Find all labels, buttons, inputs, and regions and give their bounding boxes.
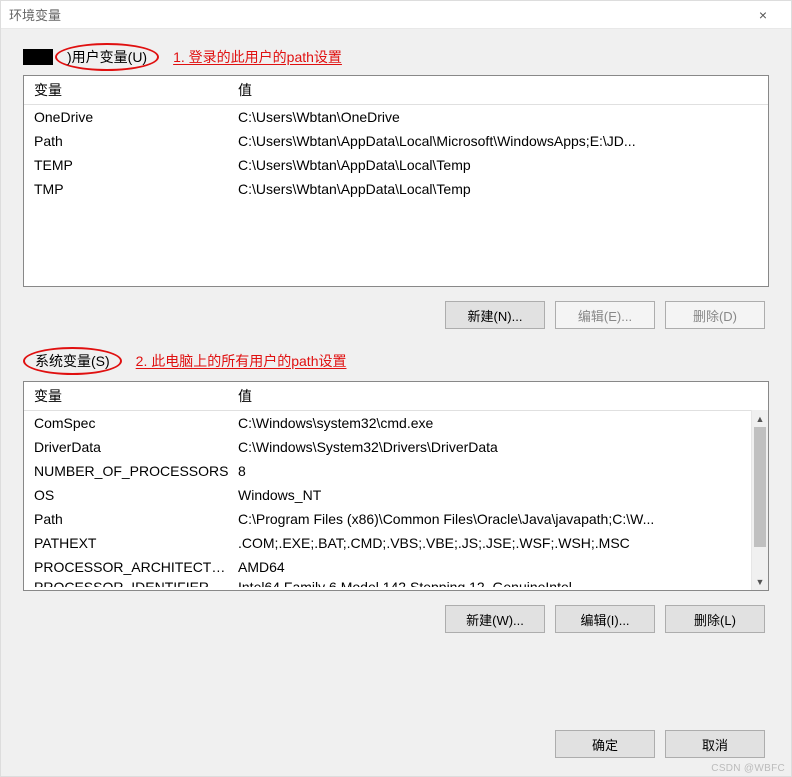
ok-button[interactable]: 确定 [555,730,655,758]
table-row[interactable]: TMPC:\Users\Wbtan\AppData\Local\Temp [24,177,768,201]
close-icon[interactable]: × [743,7,783,23]
user-delete-button[interactable]: 删除(D) [665,301,765,329]
scroll-up-icon[interactable]: ▲ [752,410,768,427]
header-value[interactable]: 值 [234,80,768,100]
var-value: AMD64 [234,557,751,577]
var-value: .COM;.EXE;.BAT;.CMD;.VBS;.VBE;.JS;.JSE;.… [234,533,751,553]
var-value: 8 [234,461,751,481]
user-variables-list[interactable]: 变量 值 OneDriveC:\Users\Wbtan\OneDrivePath… [23,75,769,287]
header-variable[interactable]: 变量 [24,386,234,406]
user-section-header: )用户变量(U) 1. 登录的此用户的path设置 [23,43,769,71]
redacted-username [23,49,53,65]
var-value: Windows_NT [234,485,751,505]
system-section-header: 系统变量(S) 2. 此电脑上的所有用户的path设置 [23,347,769,375]
table-row[interactable]: ComSpecC:\Windows\system32\cmd.exe [24,411,751,435]
table-row[interactable]: PROCESSOR_ARCHITECTUREAMD64 [24,555,751,579]
var-name: TEMP [24,155,234,175]
environment-variables-dialog: 环境变量 × )用户变量(U) 1. 登录的此用户的path设置 变量 值 On… [0,0,792,777]
var-name: OS [24,485,234,505]
table-row-partial[interactable]: PROCESSOR_IDENTIFIERIntel64 Family 6 Mod… [24,579,751,587]
user-new-button[interactable]: 新建(N)... [445,301,545,329]
var-value: C:\Windows\system32\cmd.exe [234,413,751,433]
table-row[interactable]: DriverDataC:\Windows\System32\Drivers\Dr… [24,435,751,459]
var-name: PATHEXT [24,533,234,553]
var-value: C:\Users\Wbtan\OneDrive [234,107,768,127]
table-row[interactable]: OSWindows_NT [24,483,751,507]
list-header: 变量 值 [24,76,768,105]
var-name: OneDrive [24,107,234,127]
var-name: NUMBER_OF_PROCESSORS [24,461,234,481]
list-header: 变量 值 [24,382,768,411]
system-new-button[interactable]: 新建(W)... [445,605,545,633]
var-name: Path [24,131,234,151]
table-row[interactable]: PathC:\Users\Wbtan\AppData\Local\Microso… [24,129,768,153]
table-row[interactable]: NUMBER_OF_PROCESSORS8 [24,459,751,483]
system-variables-list[interactable]: 变量 值 ComSpecC:\Windows\system32\cmd.exeD… [23,381,769,591]
var-name: ComSpec [24,413,234,433]
table-row[interactable]: PATHEXT.COM;.EXE;.BAT;.CMD;.VBS;.VBE;.JS… [24,531,751,555]
user-button-row: 新建(N)... 编辑(E)... 删除(D) [23,287,769,347]
table-row[interactable]: TEMPC:\Users\Wbtan\AppData\Local\Temp [24,153,768,177]
dialog-button-row: 确定 取消 [555,730,765,758]
system-button-row: 新建(W)... 编辑(I)... 删除(L) [23,591,769,645]
var-name: Path [24,509,234,529]
system-delete-button[interactable]: 删除(L) [665,605,765,633]
var-value: C:\Users\Wbtan\AppData\Local\Temp [234,155,768,175]
header-variable[interactable]: 变量 [24,80,234,100]
var-value: C:\Users\Wbtan\AppData\Local\Temp [234,179,768,199]
table-row[interactable]: PathC:\Program Files (x86)\Common Files\… [24,507,751,531]
system-annotation: 2. 此电脑上的所有用户的path设置 [136,351,347,371]
system-edit-button[interactable]: 编辑(I)... [555,605,655,633]
scroll-thumb[interactable] [754,427,766,547]
var-value: C:\Program Files (x86)\Common Files\Orac… [234,509,751,529]
header-value[interactable]: 值 [234,386,768,406]
system-variables-label: 系统变量(S) [23,347,122,375]
table-row[interactable]: OneDriveC:\Users\Wbtan\OneDrive [24,105,768,129]
cancel-button[interactable]: 取消 [665,730,765,758]
user-annotation: 1. 登录的此用户的path设置 [173,47,342,67]
scrollbar[interactable]: ▲ ▼ [751,410,768,590]
var-name: DriverData [24,437,234,457]
dialog-content: )用户变量(U) 1. 登录的此用户的path设置 变量 值 OneDriveC… [1,29,791,653]
var-value: C:\Users\Wbtan\AppData\Local\Microsoft\W… [234,131,768,151]
var-value: C:\Windows\System32\Drivers\DriverData [234,437,751,457]
watermark: CSDN @WBFC [711,763,785,774]
scroll-down-icon[interactable]: ▼ [752,573,768,590]
user-edit-button[interactable]: 编辑(E)... [555,301,655,329]
window-title: 环境变量 [9,5,743,24]
var-name: PROCESSOR_ARCHITECTURE [24,557,234,577]
var-name: TMP [24,179,234,199]
user-variables-label: )用户变量(U) [55,43,159,71]
titlebar: 环境变量 × [1,1,791,29]
